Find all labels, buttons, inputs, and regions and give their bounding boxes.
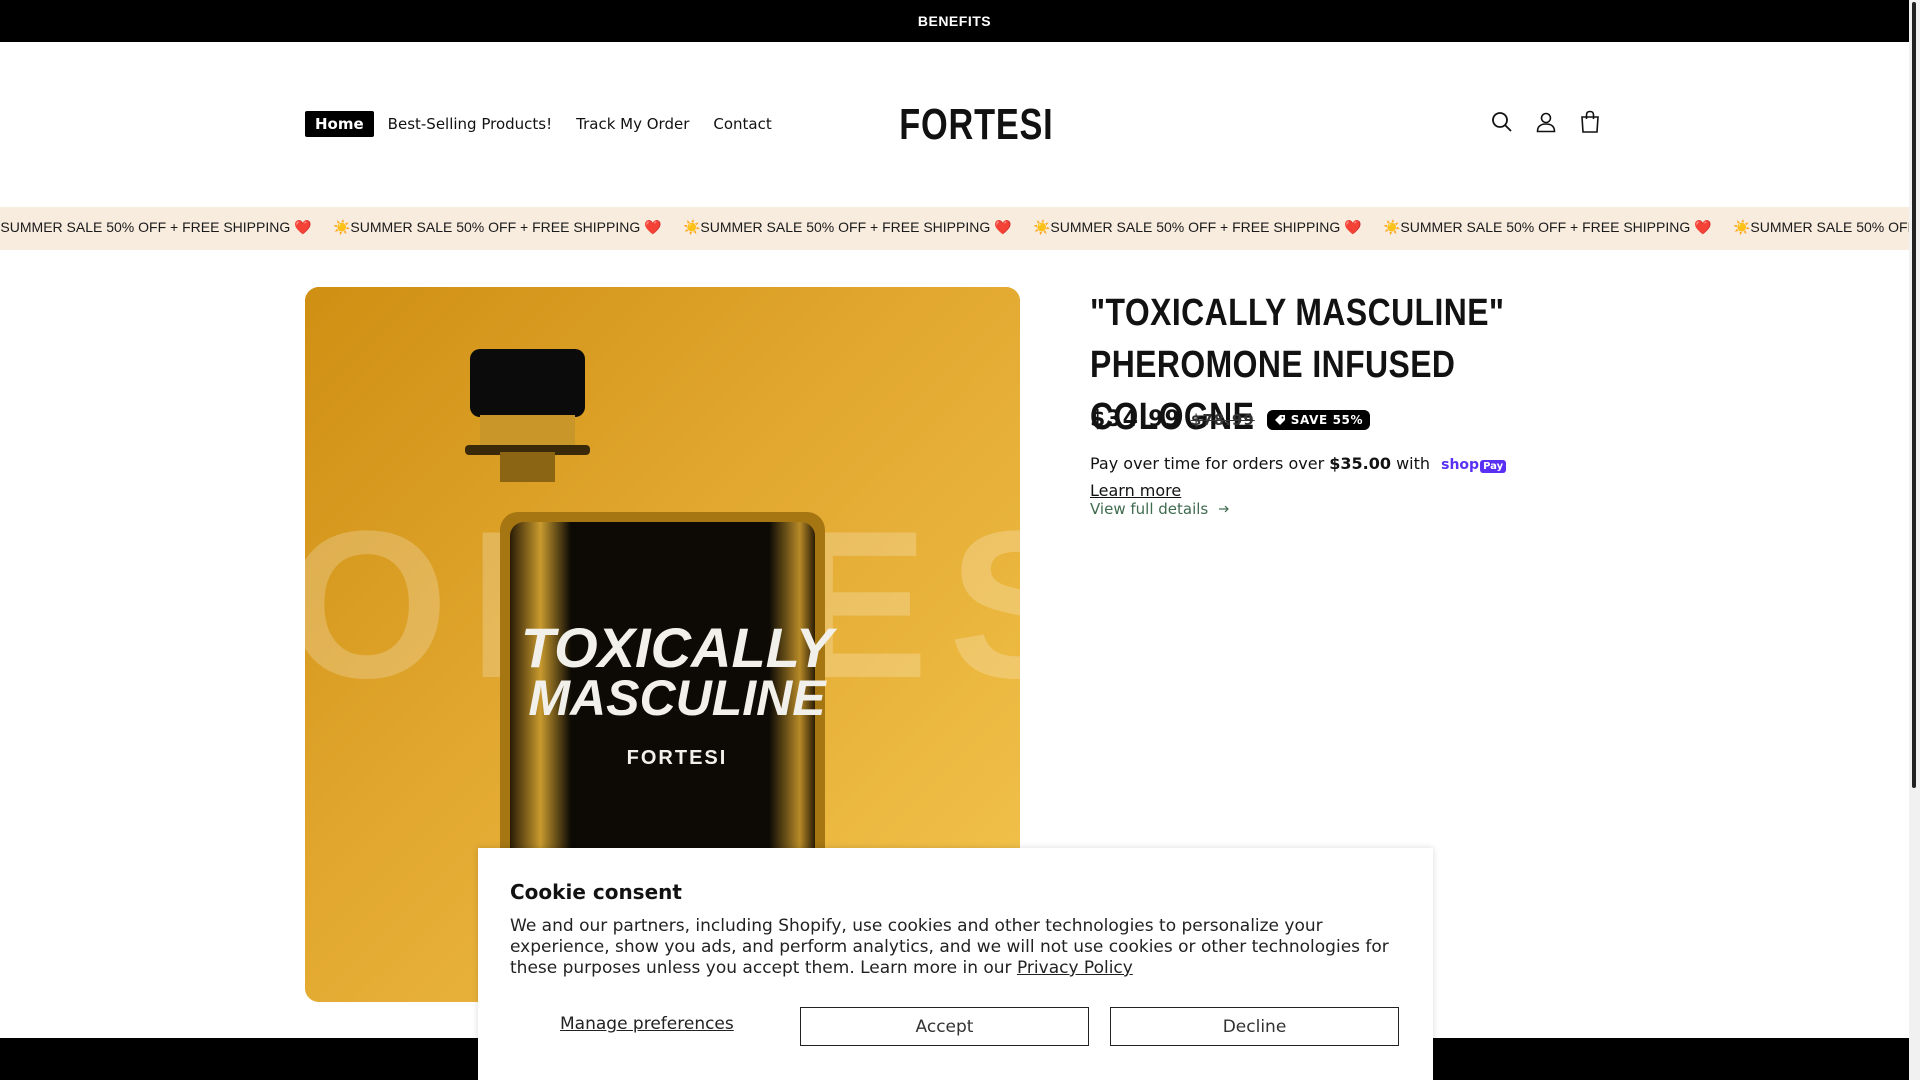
- tag-icon: [1274, 414, 1285, 425]
- installments-prefix: Pay over time for orders over: [1090, 454, 1330, 473]
- cookie-consent-banner: Cookie consent We and our partners, incl…: [478, 848, 1433, 1080]
- header-icons: [1491, 110, 1601, 134]
- accept-button[interactable]: Accept: [800, 1007, 1089, 1046]
- regular-price: $78.99: [1190, 410, 1255, 429]
- sale-badge: SAVE 55%: [1266, 409, 1371, 430]
- installments-middle: with: [1390, 454, 1436, 473]
- sale-price: $34.99: [1090, 407, 1181, 432]
- announcement-bar: BENEFITS: [0, 0, 1909, 42]
- shop-pay-badge: Pay: [1480, 460, 1507, 473]
- nav-item-best-selling[interactable]: Best-Selling Products!: [378, 111, 562, 137]
- price-row: $34.99 $78.99 SAVE 55%: [1090, 407, 1371, 432]
- marquee-item: ☀️SUMMER SALE 50% OFF + FREE SHIPPING ❤️: [1733, 219, 1909, 235]
- image-label-line2: MASCULINE: [528, 670, 827, 726]
- marquee-item: ☀️SUMMER SALE 50% OFF + FREE SHIPPING ❤️: [1033, 219, 1362, 235]
- search-icon[interactable]: [1491, 110, 1513, 134]
- announcement-text: BENEFITS: [917, 13, 992, 29]
- installments-amount: $35.00: [1329, 454, 1391, 473]
- marquee-item: ☀️SUMMER SALE 50% OFF + FREE SHIPPING ❤️: [1383, 219, 1712, 235]
- view-full-details-link[interactable]: View full details: [1090, 500, 1230, 518]
- promo-marquee: ☀️SUMMER SALE 50% OFF + FREE SHIPPING ❤️…: [0, 207, 1909, 250]
- view-details-label: View full details: [1090, 500, 1209, 518]
- cookie-title: Cookie consent: [510, 880, 682, 904]
- nav-item-home[interactable]: Home: [305, 111, 374, 137]
- learn-more-link[interactable]: Learn more: [1090, 481, 1181, 500]
- site-logo[interactable]: FORTESI: [899, 100, 1052, 150]
- marquee-item: ☀️SUMMER SALE 50% OFF + FREE SHIPPING ❤️: [683, 219, 1012, 235]
- account-icon[interactable]: [1535, 110, 1557, 134]
- nav-item-contact[interactable]: Contact: [703, 111, 781, 137]
- scrollbar-thumb[interactable]: [1912, 2, 1916, 788]
- main-navigation: Home Best-Selling Products! Track My Ord…: [305, 111, 786, 137]
- marquee-item: ☀️SUMMER SALE 50% OFF + FREE SHIPPING ❤️: [0, 219, 312, 235]
- installments-message: Pay over time for orders over $35.00 wit…: [1090, 452, 1550, 503]
- cart-icon[interactable]: [1579, 110, 1601, 134]
- shop-pay-brand: shop: [1441, 457, 1480, 473]
- product-info: "TOXICALLY MASCULINE" PHEROMONE INFUSED …: [1090, 287, 1550, 518]
- arrow-right-icon: [1219, 505, 1230, 513]
- decline-button[interactable]: Decline: [1110, 1007, 1399, 1046]
- marquee-track: ☀️SUMMER SALE 50% OFF + FREE SHIPPING ❤️…: [0, 219, 1909, 236]
- nav-item-track-order[interactable]: Track My Order: [566, 111, 699, 137]
- cookie-body-text: We and our partners, including Shopify, …: [510, 916, 1389, 978]
- page-scrollbar[interactable]: [1909, 0, 1920, 1080]
- privacy-policy-link[interactable]: Privacy Policy: [1017, 958, 1133, 978]
- shop-pay-logo: shop Pay: [1441, 453, 1507, 479]
- sale-badge-label: SAVE 55%: [1290, 412, 1364, 427]
- cookie-body: We and our partners, including Shopify, …: [510, 916, 1390, 979]
- image-label-brand: FORTESI: [627, 747, 728, 769]
- marquee-item: ☀️SUMMER SALE 50% OFF + FREE SHIPPING ❤️: [333, 219, 662, 235]
- manage-preferences-link[interactable]: Manage preferences: [560, 1014, 734, 1034]
